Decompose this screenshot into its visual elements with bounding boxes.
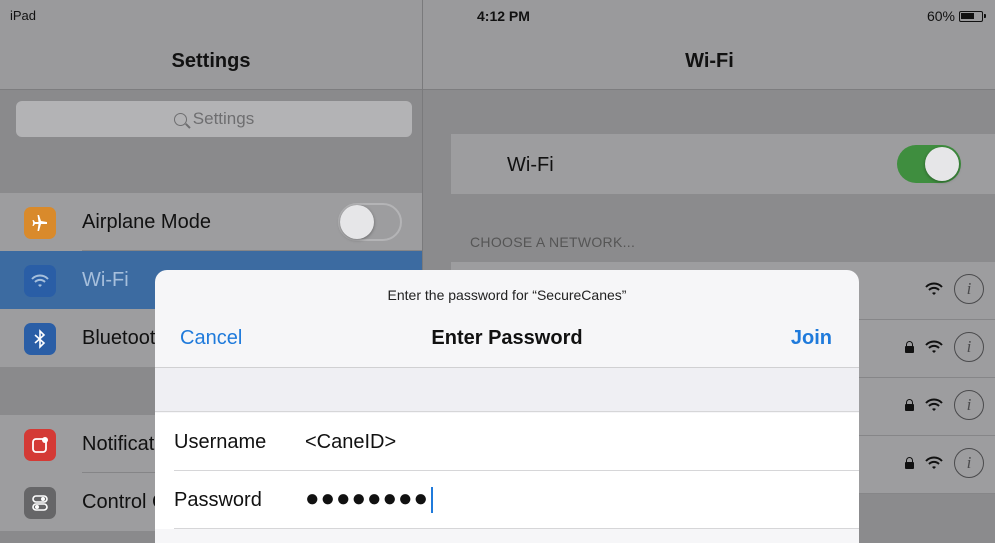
join-button[interactable]: Join [791,327,832,350]
status-bar: iPad 4:12 PM 60% [0,0,995,26]
wifi-signal-icon [924,339,944,355]
password-label: Password [174,489,262,511]
airplane-mode-toggle[interactable] [338,203,402,241]
info-icon[interactable]: i [954,332,984,362]
info-icon[interactable]: i [954,448,984,478]
wifi-signal-icon [924,455,944,471]
wifi-icon [24,265,56,297]
password-row: Password ●●●●●●●● [155,471,859,529]
dialog-spacer [155,368,859,412]
ipad-screen: iPad 4:12 PM 60% Settings Settings Airpl… [0,0,995,543]
bluetooth-icon [24,323,56,355]
clock: 4:12 PM [477,8,530,24]
cancel-button[interactable]: Cancel [180,327,242,350]
dialog-title: Enter Password [431,327,583,349]
wifi-title: Wi-Fi [685,50,734,72]
airplane-icon [24,207,56,239]
battery-icon [959,10,986,22]
settings-item-label: Wi-Fi [82,269,129,291]
wifi-row-label: Wi-Fi [507,154,554,176]
username-field[interactable]: <CaneID> [305,431,825,454]
username-label: Username [174,431,267,453]
device-name: iPad [10,8,37,23]
info-icon[interactable]: i [954,390,984,420]
choose-network-header: CHOOSE A NETWORK... [470,234,636,250]
search-placeholder: Settings [192,109,255,128]
wifi-signal-icon [924,397,944,413]
password-dots: ●●●●●●●● [305,485,429,512]
info-icon[interactable]: i [954,274,984,304]
lock-icon [905,341,914,353]
lock-icon [905,457,914,469]
wifi-toggle[interactable] [897,145,961,183]
settings-item-label: Bluetooth [82,327,167,349]
lock-icon [905,399,914,411]
wifi-toggle-row: Wi-Fi [451,134,995,194]
settings-search-field[interactable]: Settings [16,101,412,137]
text-cursor [430,486,433,513]
battery-indicator: 60% [926,8,986,24]
settings-title: Settings [171,50,251,72]
search-icon [173,112,187,126]
notifications-icon [24,429,56,461]
battery-percent: 60% [926,8,955,24]
settings-item-airplane-mode[interactable]: Airplane Mode [0,193,422,251]
settings-item-label: Airplane Mode [82,211,211,233]
password-field[interactable]: ●●●●●●●● [305,485,825,513]
control-center-icon [24,487,56,519]
dialog-prompt: Enter the password for “SecureCanes” [387,287,627,303]
enter-password-dialog: Enter the password for “SecureCanes” Ent… [155,270,859,543]
username-row: Username <CaneID> [155,413,859,471]
wifi-signal-icon [924,281,944,297]
